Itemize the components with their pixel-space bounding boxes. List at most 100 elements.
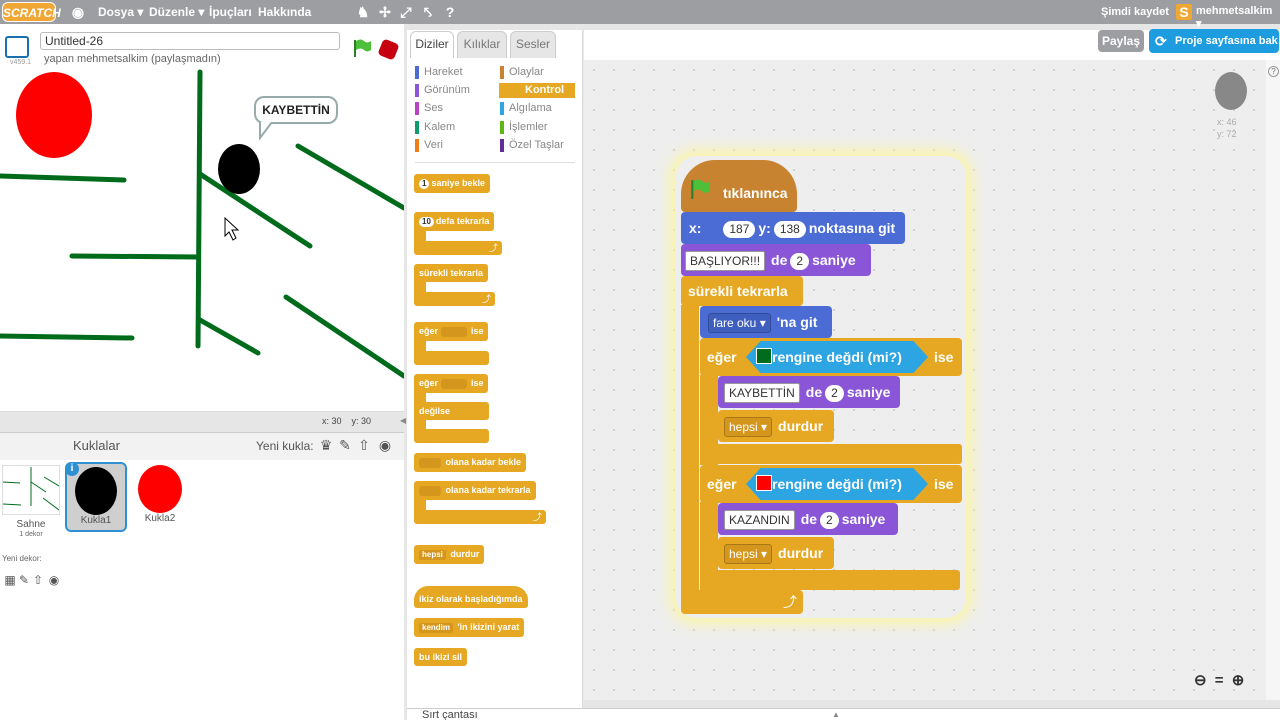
zoom-controls: ⊖ = ⊕	[1194, 671, 1244, 689]
category-events[interactable]: Olaylar	[500, 65, 544, 80]
tab-scripts[interactable]: Diziler	[410, 31, 454, 58]
zoom-out-icon[interactable]: ⊖	[1194, 672, 1207, 689]
menu-tips[interactable]: İpuçları	[209, 5, 252, 19]
stage[interactable]	[0, 68, 404, 412]
repeat-until-slot[interactable]	[419, 485, 441, 496]
if-condition-slot[interactable]	[440, 326, 467, 337]
camera-sprite-icon[interactable]: ◉	[377, 437, 393, 453]
backpack-expand-icon[interactable]: ▲	[832, 710, 840, 719]
category-pen[interactable]: Kalem	[415, 120, 455, 135]
palette-repeat-block[interactable]: 10 defa tekrarla	[414, 212, 495, 231]
category-sensing[interactable]: Algılama	[500, 101, 552, 116]
category-more-blocks[interactable]: Özel Taşlar	[500, 138, 564, 153]
stop-lose-label: durdur	[778, 418, 824, 434]
goto-x-input[interactable]: 187	[723, 221, 756, 238]
tab-sounds[interactable]: Sesler	[510, 31, 556, 58]
sprite-tile-kukla2[interactable]: Kukla2	[129, 462, 191, 532]
tab-costumes[interactable]: Kılıklar	[457, 31, 507, 58]
hat-label: tıklanınca	[723, 185, 788, 201]
wait-secs-slot[interactable]: 1	[419, 179, 430, 189]
category-motion[interactable]: Hareket	[415, 65, 463, 80]
stop-win-dropdown[interactable]: hepsi ▾	[724, 544, 773, 564]
say-lose-secs-input[interactable]: 2	[825, 385, 844, 402]
ifelse-condition-slot[interactable]	[440, 378, 467, 389]
paint-sprite-icon[interactable]: ✎	[337, 437, 353, 453]
stop-option-dropdown[interactable]: hepsi	[419, 550, 446, 560]
say-lose-text-input[interactable]: KAYBETTİN	[724, 383, 800, 403]
say-for-secs-block-win[interactable]: KAZANDIN de 2 saniye	[718, 503, 898, 535]
palette-wait-until-block[interactable]: olana kadar bekle	[414, 453, 527, 472]
say-for-secs-block-start[interactable]: BAŞLIYOR!!! de 2 saniye	[681, 244, 871, 276]
duplicate-stamp-icon[interactable]: ♞	[355, 4, 371, 20]
say-win-text-input[interactable]: KAZANDIN	[724, 510, 795, 530]
clone-target-dropdown[interactable]: kendim	[419, 623, 454, 633]
current-sprite-thumbnail	[1215, 72, 1247, 110]
category-sound[interactable]: Ses	[415, 101, 443, 116]
palette-create-clone-block[interactable]: kendim 'in ikizini yarat	[414, 618, 525, 637]
go-to-xy-block[interactable]: x: 187 y: 138 noktasına git	[681, 212, 905, 244]
stage-label: Sahne	[16, 519, 46, 530]
green-flag-icon[interactable]	[352, 38, 372, 58]
palette-delete-clone-block[interactable]: bu ikizi sil	[414, 648, 468, 666]
globe-icon[interactable]: ◉	[70, 4, 86, 20]
see-project-page-button[interactable]: ⟳ Proje sayfasına bak	[1149, 29, 1279, 53]
if-block-win[interactable]: eğer rengine değdi (mi?) ise	[700, 465, 962, 503]
menu-edit[interactable]: Düzenle ▾	[149, 5, 204, 19]
grow-icon[interactable]: ⤢	[398, 4, 414, 20]
cut-scissors-icon[interactable]: ✢	[377, 4, 393, 20]
project-title-input[interactable]	[40, 32, 340, 50]
camera-backdrop-icon[interactable]: ◉	[46, 572, 62, 588]
menu-about[interactable]: Hakkında	[258, 5, 311, 19]
category-operators[interactable]: İşlemler	[500, 120, 548, 135]
if-block-lose[interactable]: eğer rengine değdi (mi?) ise	[700, 338, 962, 376]
touching-color-win[interactable]: rengine değdi (mi?)	[746, 468, 928, 500]
zoom-in-icon[interactable]: ⊕	[1232, 672, 1245, 689]
palette-clone-start-hat[interactable]: ikiz olarak başladığımda	[414, 586, 528, 608]
backpack-bar[interactable]	[407, 708, 1280, 720]
color-swatch-red[interactable]	[756, 475, 772, 491]
category-data[interactable]: Veri	[415, 138, 443, 153]
choose-sprite-library-icon[interactable]: ♛	[318, 437, 334, 453]
user-menu[interactable]: mehmetsalkim ▾	[1196, 5, 1280, 30]
when-flag-clicked-hat[interactable]: tıklanınca	[681, 160, 797, 212]
presentation-mode-icon[interactable]	[5, 36, 29, 58]
stop-all-block-lose[interactable]: hepsi ▾ durdur	[718, 410, 834, 442]
speech-bubble-tail	[259, 122, 273, 140]
say-win-secs-input[interactable]: 2	[820, 512, 839, 529]
category-control[interactable]: Kontrol	[499, 83, 575, 98]
sprite-info-icon[interactable]: i	[65, 462, 79, 476]
point-target-dropdown[interactable]: fare oku ▾	[708, 313, 771, 333]
user-folder-icon[interactable]: S	[1176, 4, 1192, 20]
repeat-count-slot[interactable]: 10	[419, 217, 434, 227]
shrink-icon[interactable]: ⤣	[420, 4, 436, 20]
upload-backdrop-icon[interactable]: ⇧	[30, 572, 46, 588]
stop-all-block-win[interactable]: hepsi ▾ durdur	[718, 537, 834, 569]
upload-sprite-icon[interactable]: ⇧	[356, 437, 372, 453]
goto-y-input[interactable]: 138	[773, 221, 806, 238]
palette-wait-block[interactable]: 1 saniye bekle	[414, 174, 490, 193]
scratch-logo[interactable]: SCRATCH	[2, 2, 61, 22]
menu-file[interactable]: Dosya ▾	[98, 5, 143, 19]
forever-block[interactable]: sürekli tekrarla	[681, 276, 803, 306]
help-icon[interactable]: ?	[442, 4, 458, 20]
say-start-text-input[interactable]: BAŞLIYOR!!!	[685, 251, 766, 271]
help-tips-icon[interactable]: ?	[1268, 66, 1279, 77]
stop-lose-dropdown[interactable]: hepsi ▾	[724, 417, 773, 437]
save-now-link[interactable]: Şimdi kaydet	[1101, 6, 1169, 18]
color-swatch-green[interactable]	[756, 348, 772, 364]
category-looks[interactable]: Görünüm	[415, 83, 470, 98]
palette-repeat-until-block[interactable]: olana kadar tekrarla	[414, 481, 536, 500]
palette-stop-block[interactable]: hepsi durdur	[414, 545, 485, 564]
stage-thumbnail[interactable]	[2, 465, 60, 515]
zoom-reset-icon[interactable]: =	[1215, 672, 1224, 689]
vertical-scrollbar[interactable]	[1266, 60, 1280, 700]
forever-label: sürekli tekrarla	[419, 268, 484, 278]
point-towards-block[interactable]: fare oku ▾ 'na git	[700, 306, 832, 338]
collapse-arrow-icon[interactable]: ◀	[400, 416, 406, 425]
say-for-secs-block-lose[interactable]: KAYBETTİN de 2 saniye	[718, 376, 900, 408]
touching-color-lose[interactable]: rengine değdi (mi?)	[746, 341, 928, 373]
new-backdrop-label: Yeni dekor:	[2, 554, 42, 563]
wait-until-slot[interactable]	[419, 457, 441, 468]
share-button[interactable]: Paylaş	[1098, 30, 1144, 52]
say-start-secs-input[interactable]: 2	[790, 253, 810, 270]
